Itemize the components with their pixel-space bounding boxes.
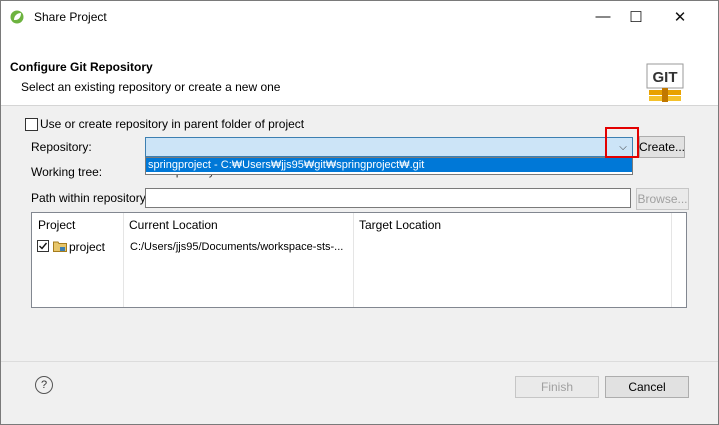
project-folder-icon (53, 241, 67, 252)
current-location: C:/Users/jjs95/Documents/workspace-sts-.… (130, 241, 344, 253)
footer-divider (1, 361, 718, 362)
path-input[interactable] (145, 188, 631, 208)
maximize-button[interactable]: ☐ (613, 1, 659, 32)
column-header-target-location[interactable]: Target Location (353, 213, 683, 234)
svg-text:GIT: GIT (653, 69, 678, 86)
wizard-header: Configure Git Repository Select an exist… (1, 32, 718, 106)
column-header-project[interactable]: Project (32, 213, 123, 234)
working-tree-label: Working tree: (31, 165, 103, 179)
project-name: project (69, 240, 106, 254)
browse-button[interactable]: Browse... (636, 188, 689, 210)
create-button[interactable]: Create... (639, 136, 685, 158)
page-title: Configure Git Repository (10, 60, 153, 74)
finish-button[interactable]: Finish (515, 376, 599, 398)
parent-folder-checkbox[interactable] (25, 118, 38, 131)
column-divider (671, 213, 672, 307)
project-table: Project Current Location Target Location… (31, 212, 687, 308)
spring-leaf-icon (10, 10, 24, 24)
dropdown-option-springproject[interactable]: springproject - C:₩Users₩jjs95₩git₩sprin… (146, 158, 632, 172)
table-row[interactable]: project C:/Users/jjs95/Documents/workspa… (32, 236, 672, 256)
title-bar: Share Project — ☐ ✕ (1, 1, 718, 32)
column-divider (353, 213, 354, 307)
cancel-button[interactable]: Cancel (605, 376, 689, 398)
repository-combo[interactable]: ⌵ (145, 137, 633, 157)
share-project-dialog: Share Project — ☐ ✕ Configure Git Reposi… (0, 0, 719, 425)
repository-dropdown: springproject - C:₩Users₩jjs95₩git₩sprin… (145, 157, 633, 175)
parent-folder-label: Use or create repository in parent folde… (40, 117, 305, 131)
annotation-highlight-box (605, 127, 639, 158)
help-icon[interactable]: ? (35, 376, 53, 394)
column-header-current-location[interactable]: Current Location (123, 213, 353, 234)
repository-label: Repository: (31, 140, 92, 154)
row-checkbox[interactable] (37, 240, 49, 252)
page-description: Select an existing repository or create … (21, 80, 281, 94)
close-button[interactable]: ✕ (657, 1, 703, 32)
path-label: Path within repository: (31, 191, 150, 205)
git-logo-icon: GIT (646, 63, 684, 102)
window-title: Share Project (34, 10, 107, 24)
column-divider (123, 213, 124, 307)
